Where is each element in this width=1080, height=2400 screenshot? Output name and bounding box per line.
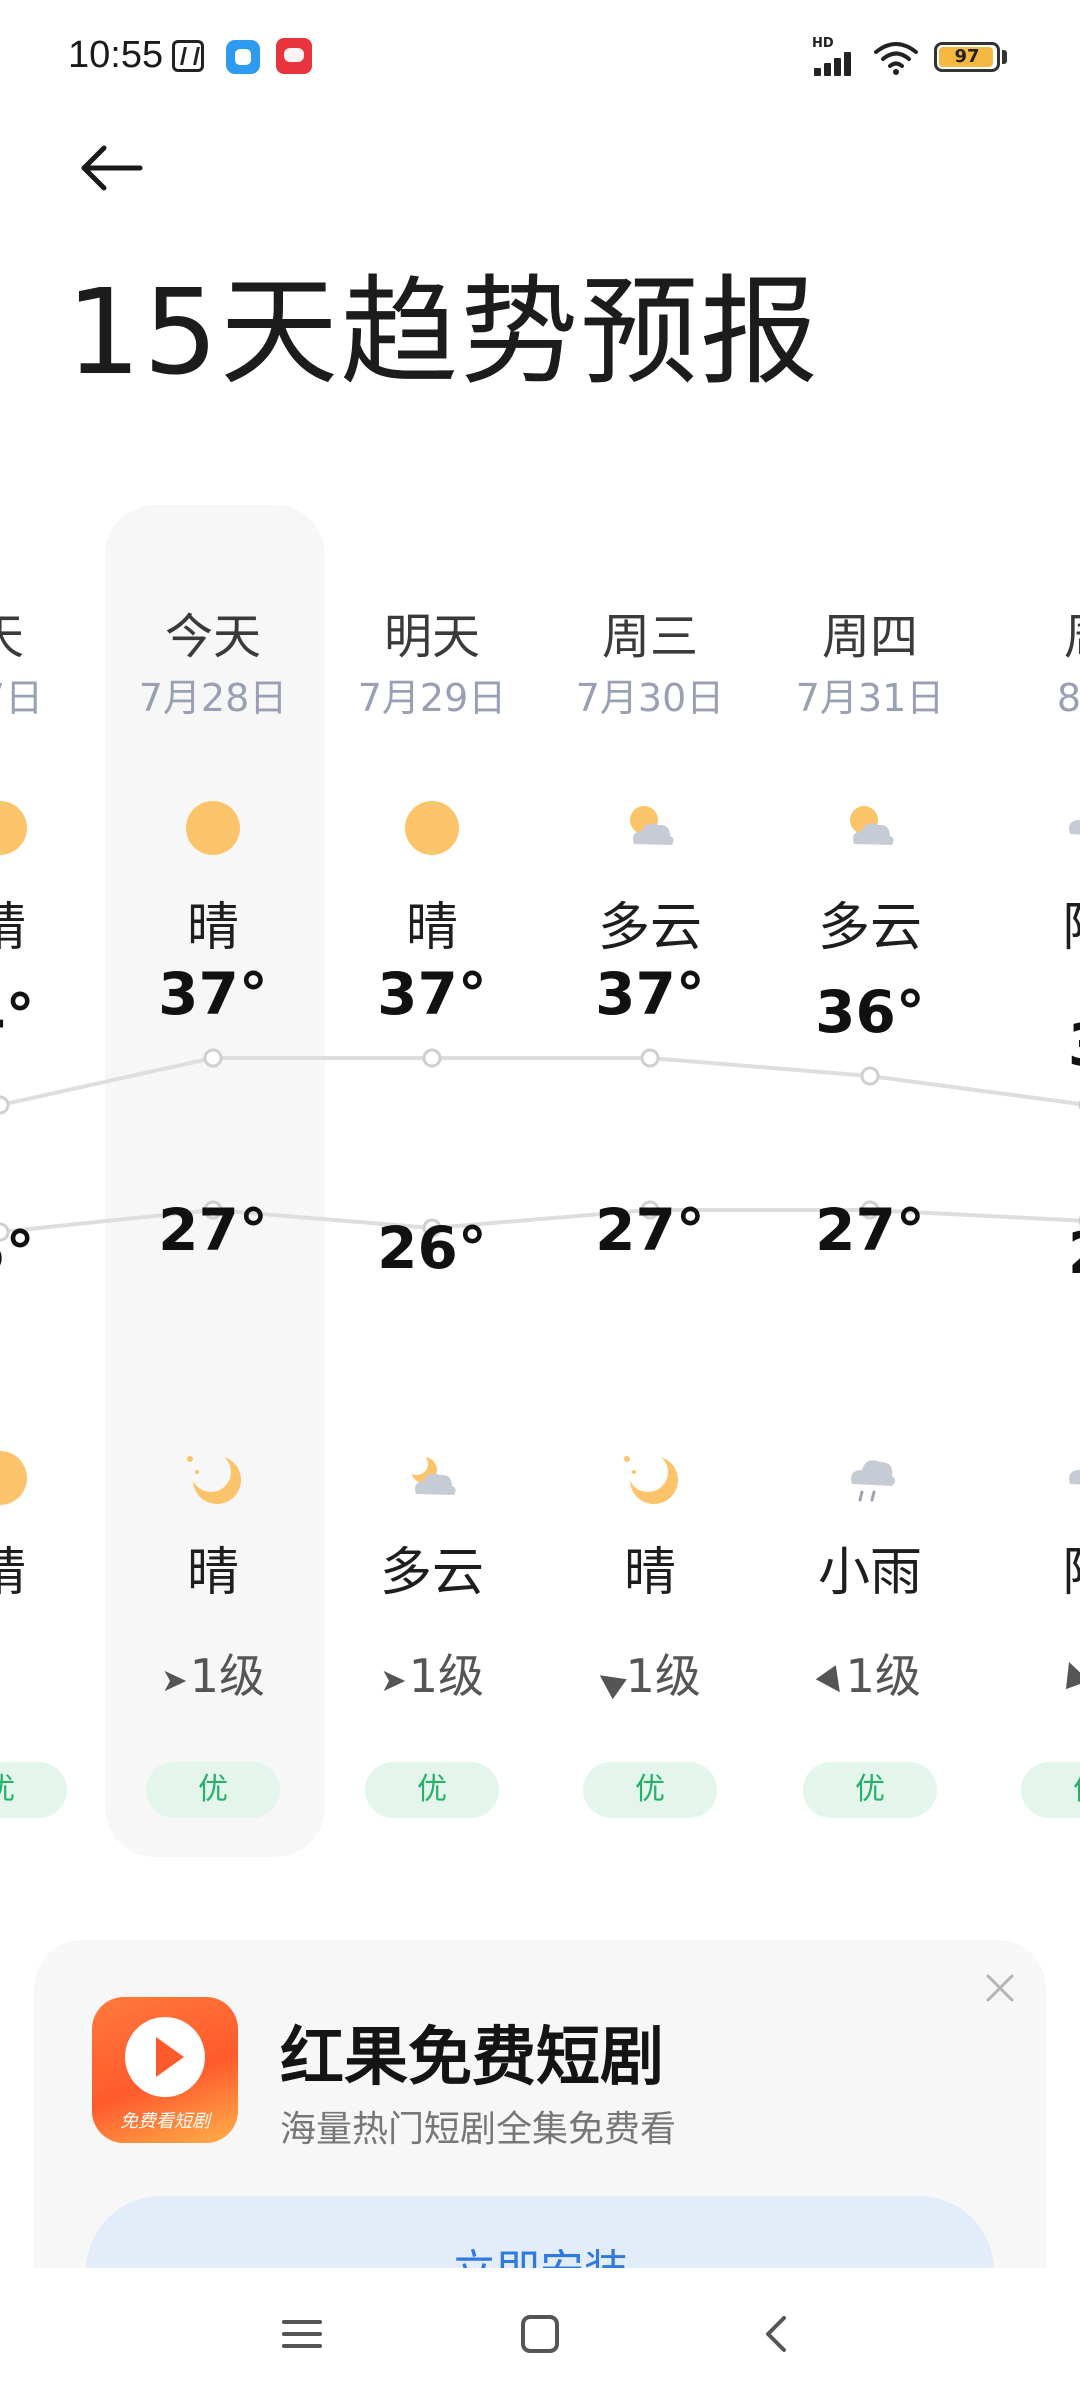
wind-level: 1级 <box>845 1649 921 1703</box>
sun-icon <box>0 1448 30 1508</box>
network-label: HD <box>812 36 834 51</box>
day-label: 今天 <box>164 609 261 665</box>
partly-cloudy-night-icon <box>402 1448 462 1508</box>
status-bar: 10:55 HD 97 <box>0 0 1080 118</box>
page-title: 15天趋势预报 <box>66 263 821 401</box>
day-weather-icon <box>402 798 462 858</box>
date-label: 7月30日 <box>575 676 725 720</box>
day-condition: 晴 <box>0 885 109 960</box>
night-weather-icon <box>402 1448 462 1508</box>
date-label: 8月 <box>1056 676 1080 720</box>
wind-direction-icon: ➤ <box>160 1660 188 1699</box>
wind-info: ▼1级 <box>761 1640 979 1706</box>
forecast-day-column[interactable]: 明天 7月29日晴多云 ➤1级优 <box>323 505 541 1865</box>
day-condition: 多云 <box>817 898 922 958</box>
night-condition: 阵 <box>979 1530 1080 1605</box>
wind-info: ▲2 <box>979 1640 1080 1694</box>
moon-icon <box>620 1448 680 1508</box>
wind-info: ◀1级 <box>541 1640 759 1706</box>
day-condition: 多云 <box>597 898 702 958</box>
date-label: 7月29日 <box>357 676 507 720</box>
aqi-badge: 优 <box>1021 1762 1080 1818</box>
aqi-badge: 优 <box>365 1762 499 1818</box>
wind-direction-icon: ▲ <box>1054 1648 1080 1693</box>
night-weather-icon <box>183 1448 243 1508</box>
sun-icon <box>183 798 243 858</box>
sun-icon <box>402 798 462 858</box>
app-logo-caption: 免费看短剧 <box>120 2111 210 2132</box>
wind-level: 1级 <box>189 1649 266 1703</box>
shower-icon <box>1058 1448 1080 1508</box>
day-weather-icon <box>620 798 680 858</box>
signal-icon <box>814 50 860 76</box>
date-label: 27日 <box>0 676 44 720</box>
app-notification-icon-2 <box>276 38 312 74</box>
date-label: 7月31日 <box>795 676 945 720</box>
night-condition: 多云 <box>379 1543 484 1603</box>
status-time: 10:55 <box>68 34 164 76</box>
aqi-badge: 优 <box>803 1762 937 1818</box>
wind-info: ➤1级 <box>104 1640 322 1706</box>
aqi-badge: 优 <box>583 1762 717 1818</box>
forecast-strip[interactable]: 4°5°37°27°37°26°37°27°36°27°32 天27日晴晴优今天… <box>0 505 1080 1865</box>
aqi-badge: 优 <box>146 1762 280 1818</box>
day-label: 天 <box>0 597 109 667</box>
day-condition: 晴 <box>186 898 239 958</box>
night-weather-icon <box>620 1448 680 1508</box>
day-condition: 晴 <box>405 898 458 958</box>
ad-app-name: 红果免费短剧 <box>280 2021 664 2095</box>
sun-icon <box>0 798 30 858</box>
day-weather-icon <box>183 798 243 858</box>
wind-level: 1级 <box>625 1649 701 1703</box>
wifi-icon <box>874 42 918 75</box>
app-logo-icon: 免费看短剧 <box>92 1997 238 2143</box>
date-label: 7月28日 <box>138 676 288 720</box>
night-weather-icon <box>0 1448 30 1508</box>
day-weather-icon <box>0 798 30 858</box>
night-condition: 晴 <box>623 1543 676 1603</box>
ad-subtitle: 海量热门短剧全集免费看 <box>280 2109 677 2150</box>
battery-cap <box>1002 50 1007 64</box>
partly-cloudy-icon <box>840 798 900 858</box>
forecast-day-column[interactable]: 今天 7月28日晴晴 ➤1级优 <box>104 505 322 1865</box>
forecast-day-column[interactable]: 周三 7月30日多云晴 ◀1级优 <box>541 505 759 1865</box>
forecast-day-column[interactable]: 周8月阵阵▲2优 <box>979 505 1080 1865</box>
night-condition: 晴 <box>0 1530 109 1605</box>
wind-direction-icon: ➤ <box>379 1660 407 1699</box>
day-weather-icon <box>840 798 900 858</box>
wind-level: 1级 <box>408 1649 485 1703</box>
day-label: 明天 <box>383 609 480 665</box>
night-weather-icon <box>840 1448 900 1508</box>
day-label: 周四 <box>821 609 918 665</box>
day-weather-icon <box>1058 798 1080 858</box>
nfc-icon <box>172 40 204 72</box>
rain-icon <box>840 1448 900 1508</box>
day-label: 周三 <box>601 609 698 665</box>
chevron-left-icon[interactable] <box>748 2304 808 2364</box>
day-condition: 阵 <box>979 885 1080 960</box>
battery-icon: 97 <box>934 42 1000 72</box>
wind-info: ➤1级 <box>323 1640 541 1706</box>
app-notification-icon <box>226 40 260 74</box>
night-weather-icon <box>1058 1448 1080 1508</box>
home-square-icon[interactable] <box>510 2304 570 2364</box>
back-button[interactable] <box>70 130 150 210</box>
close-icon[interactable] <box>980 1968 1020 2008</box>
battery-percent: 97 <box>954 46 980 67</box>
moon-icon <box>183 1448 243 1508</box>
shower-icon <box>1058 798 1080 858</box>
aqi-badge: 优 <box>0 1762 67 1818</box>
arrow-left-icon <box>81 145 143 191</box>
forecast-day-column[interactable]: 周四 7月31日多云小雨 ▼1级优 <box>761 505 979 1865</box>
night-condition: 小雨 <box>817 1543 922 1603</box>
play-icon <box>125 2017 205 2097</box>
partly-cloudy-icon <box>620 798 680 858</box>
day-label: 周 <box>979 597 1080 667</box>
menu-icon[interactable] <box>272 2304 332 2364</box>
night-condition: 晴 <box>186 1543 239 1603</box>
navigation-bar <box>0 2268 1080 2400</box>
forecast-day-column[interactable]: 天27日晴晴优 <box>0 505 109 1865</box>
